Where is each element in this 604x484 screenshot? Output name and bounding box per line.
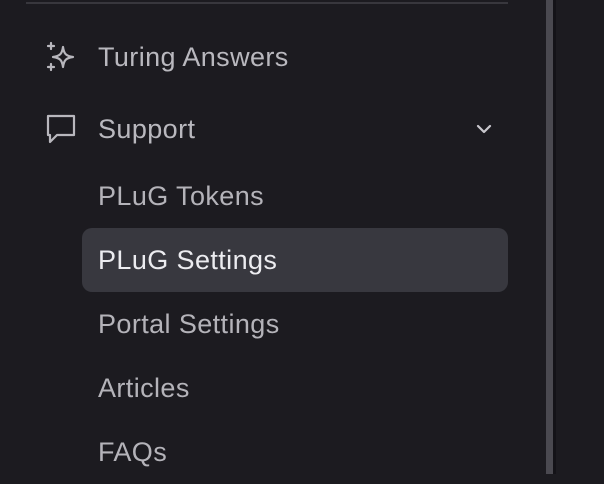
sidebar-item-turing-answers[interactable]: Turing Answers [26, 27, 508, 87]
sidebar: Turing Answers Support PLuG Tokens PLuG … [0, 0, 546, 474]
sparkles-icon [43, 39, 79, 75]
main-pane [556, 0, 604, 474]
chat-bubble-icon [43, 111, 79, 147]
sidebar-subitem-plug-tokens[interactable]: PLuG Tokens [82, 164, 508, 228]
sidebar-subitem-articles[interactable]: Articles [82, 356, 508, 420]
sidebar-scrollbar[interactable] [546, 0, 553, 474]
sidebar-subitem-label: PLuG Settings [98, 244, 278, 275]
sidebar-subitem-label: Articles [98, 372, 190, 403]
sidebar-item-support[interactable]: Support [26, 99, 508, 159]
sidebar-subitem-faqs[interactable]: FAQs [82, 420, 508, 484]
sidebar-item-label: Support [98, 113, 196, 144]
sidebar-divider [26, 2, 508, 4]
sidebar-subitem-label: Portal Settings [98, 308, 280, 339]
sidebar-item-label: Turing Answers [98, 41, 289, 72]
sidebar-subitem-label: FAQs [98, 436, 168, 467]
sidebar-subitem-portal-settings[interactable]: Portal Settings [82, 292, 508, 356]
chevron-down-icon[interactable] [472, 117, 496, 141]
sidebar-subitem-label: PLuG Tokens [98, 180, 265, 211]
sidebar-subitem-plug-settings[interactable]: PLuG Settings [82, 228, 508, 292]
